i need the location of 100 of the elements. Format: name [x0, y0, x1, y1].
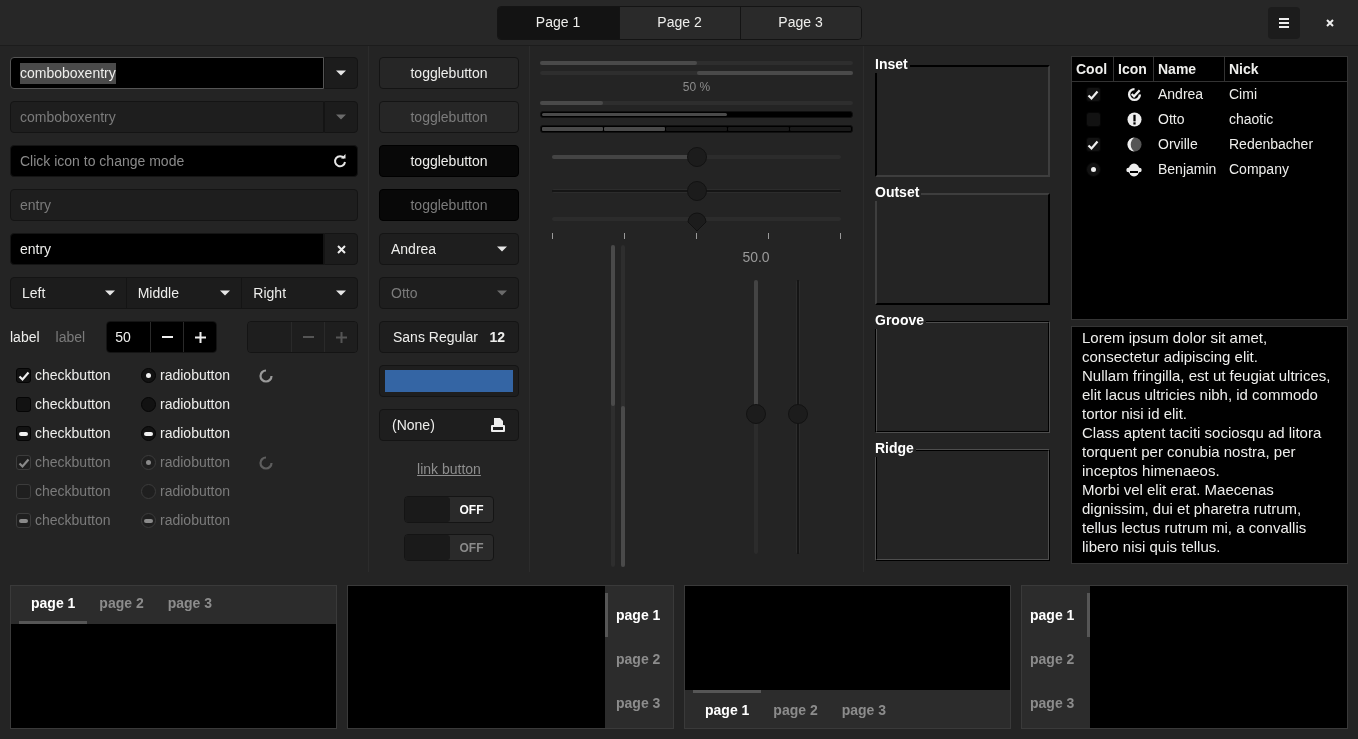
- spin-button[interactable]: 50: [106, 321, 218, 353]
- progress-label: 50 %: [681, 79, 712, 95]
- tab[interactable]: page 3: [155, 586, 225, 624]
- tick-mark: [552, 233, 553, 239]
- moon-icon: [1126, 137, 1142, 152]
- checkbox[interactable]: [1085, 87, 1101, 102]
- radio[interactable]: [141, 368, 156, 383]
- dropdown-button[interactable]: Right: [241, 278, 357, 308]
- radio[interactable]: [141, 426, 156, 441]
- menu-icon: [1279, 17, 1289, 28]
- decrement-button[interactable]: [150, 322, 184, 352]
- dropdown-button[interactable]: Middle: [125, 278, 242, 308]
- page-tab[interactable]: Page 3: [739, 6, 861, 39]
- column-header[interactable]: Nick: [1225, 57, 1347, 81]
- tab[interactable]: page 2: [1022, 637, 1090, 681]
- tab[interactable]: page 2: [605, 637, 673, 681]
- checkbox-label[interactable]: checkbutton: [35, 423, 111, 444]
- checkbox[interactable]: [16, 397, 31, 412]
- tab[interactable]: page 2: [87, 586, 156, 624]
- slider[interactable]: [552, 147, 841, 167]
- tab[interactable]: page 3: [1022, 681, 1090, 725]
- slider-thumb[interactable]: [746, 404, 766, 425]
- slider-thumb[interactable]: [788, 404, 808, 425]
- table-cell-text: Company: [1228, 160, 1289, 179]
- label: label: [10, 327, 40, 347]
- caret-icon: [104, 290, 115, 296]
- slider[interactable]: [552, 181, 841, 201]
- frame-label: Ridge: [875, 439, 916, 457]
- file-label: (None): [392, 415, 435, 435]
- label: label: [55, 327, 86, 347]
- tab[interactable]: page 3: [605, 681, 673, 725]
- table-cell-text: Redenbacher: [1228, 135, 1314, 154]
- vertical-slider[interactable]: [788, 280, 808, 554]
- font-family: Sans Regular: [393, 327, 478, 347]
- caret-icon: [336, 290, 346, 296]
- dropdown-button[interactable]: [324, 57, 358, 89]
- column-header[interactable]: Name: [1154, 57, 1225, 81]
- tick-mark: [624, 233, 625, 239]
- entry-field[interactable]: Click icon to change mode: [10, 145, 358, 177]
- color-button[interactable]: [379, 365, 519, 397]
- font-size: 12: [489, 327, 505, 347]
- checkbox[interactable]: [16, 368, 31, 383]
- switch[interactable]: OFF: [404, 496, 494, 523]
- column-header[interactable]: Cool: [1072, 57, 1114, 81]
- minus-icon: [161, 336, 173, 338]
- caret-icon: [497, 246, 507, 252]
- checkbox-label[interactable]: checkbutton: [35, 365, 111, 386]
- font-button[interactable]: Sans Regular 12: [379, 321, 519, 353]
- animal-head-icon: [1126, 162, 1142, 177]
- table-cell-text: Cimi: [1228, 85, 1257, 104]
- toggle-button[interactable]: togglebutton: [379, 145, 519, 177]
- close-icon: [336, 244, 346, 254]
- slider[interactable]: [552, 209, 841, 239]
- minus-icon: [302, 336, 314, 338]
- radio-label[interactable]: radiobutton: [160, 365, 231, 386]
- warning-icon: [1126, 112, 1142, 127]
- toggle-button[interactable]: togglebutton: [379, 57, 519, 89]
- tab[interactable]: page 2: [761, 690, 830, 728]
- text-view[interactable]: [1071, 326, 1348, 564]
- caret-icon: [220, 290, 231, 296]
- checkbox-label[interactable]: checkbutton: [35, 394, 111, 415]
- file-button[interactable]: (None): [379, 409, 519, 441]
- vertical-slider[interactable]: [746, 280, 766, 554]
- radio[interactable]: [1085, 162, 1101, 177]
- tick-mark: [768, 233, 769, 239]
- table-cell-text: Benjamin: [1157, 160, 1218, 179]
- slider-thumb[interactable]: [686, 147, 707, 167]
- caret-icon: [336, 114, 346, 120]
- entry-field[interactable]: entry: [10, 233, 324, 265]
- plus-icon: [194, 331, 206, 343]
- radio-label[interactable]: radiobutton: [160, 423, 231, 444]
- increment-button[interactable]: [183, 322, 217, 352]
- radio-label[interactable]: radiobutton: [160, 394, 231, 415]
- plus-icon: [335, 331, 347, 343]
- column-header[interactable]: Icon: [1114, 57, 1154, 81]
- combo-entry-field[interactable]: comboboxentry: [10, 57, 324, 89]
- refresh-icon[interactable]: [333, 154, 347, 168]
- slider-thumb[interactable]: [686, 181, 707, 201]
- caret-icon: [336, 70, 346, 76]
- switch-label: OFF: [458, 539, 485, 557]
- caret-icon: [497, 290, 507, 296]
- dropdown-button[interactable]: Andrea: [379, 233, 519, 265]
- switch-label: OFF: [458, 501, 485, 519]
- tab[interactable]: page 3: [829, 690, 899, 728]
- spin-field[interactable]: 50: [107, 322, 151, 352]
- checkbox[interactable]: [1085, 137, 1101, 152]
- menu-button[interactable]: [1268, 6, 1300, 39]
- scale-value: 50.0: [742, 248, 770, 267]
- page-tab[interactable]: Page 1: [497, 6, 619, 39]
- paragraph: Morbi vel elit erat. Maecenas dignissim, dui et pharetra rutrum, tellus lectus rutrum mi, a convallis libero nisi quis tellus.: [1082, 480, 1308, 556]
- link[interactable]: link button: [417, 459, 481, 480]
- tick-mark: [840, 233, 841, 239]
- dropdown-button[interactable]: Left: [11, 278, 126, 308]
- table-cell-text: Otto: [1157, 110, 1186, 129]
- document-icon: [490, 417, 506, 433]
- clear-button[interactable]: [324, 233, 358, 265]
- radio[interactable]: [141, 397, 156, 412]
- checkbox[interactable]: [16, 426, 31, 441]
- table-cell-text: Orville: [1157, 135, 1199, 154]
- close-icon: [1326, 18, 1334, 27]
